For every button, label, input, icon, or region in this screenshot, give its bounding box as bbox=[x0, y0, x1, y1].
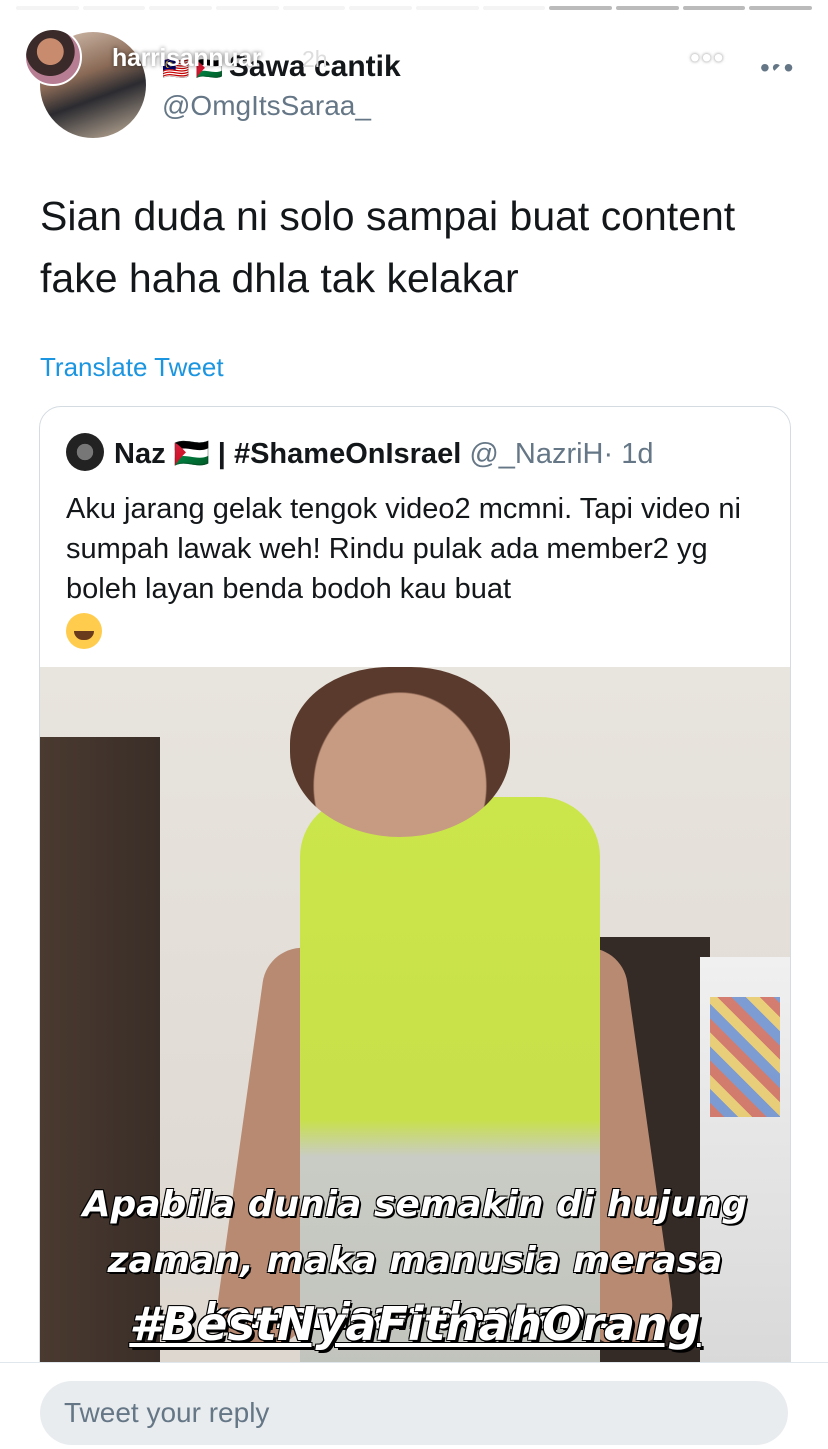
fridge-magnets bbox=[710, 997, 780, 1117]
progress-segment bbox=[149, 6, 213, 10]
quoted-time: · 1d bbox=[603, 438, 654, 470]
progress-segment bbox=[216, 6, 279, 10]
progress-segment bbox=[749, 6, 813, 10]
progress-segment bbox=[349, 6, 413, 10]
tweet-text: Sian duda ni solo sampai buat content fa… bbox=[40, 193, 736, 301]
reply-bar: Tweet your reply bbox=[0, 1362, 828, 1449]
author-handle[interactable]: @OmgItsSaraa_ bbox=[162, 90, 371, 122]
quoted-header: Naz 🇵🇸 | #ShameOnIsrael @_NazriH· 1d bbox=[114, 437, 653, 471]
quoted-text-body: Aku jarang gelak tengok video2 mcmni. Ta… bbox=[66, 493, 741, 605]
quoted-avatar[interactable] bbox=[66, 433, 104, 471]
translate-tweet-link[interactable]: Translate Tweet bbox=[40, 352, 224, 383]
quoted-media-video[interactable]: Apabila dunia semakin di hujung zaman, m… bbox=[40, 667, 790, 1407]
story-time: 2h bbox=[302, 46, 328, 72]
progress-segment bbox=[16, 6, 79, 10]
progress-segment bbox=[282, 6, 346, 10]
reply-input[interactable]: Tweet your reply bbox=[40, 1381, 788, 1445]
quoted-name[interactable]: Naz 🇵🇸 | #ShameOnIsrael bbox=[114, 438, 461, 470]
story-username[interactable]: harrisannuar bbox=[112, 44, 262, 73]
person-head bbox=[290, 667, 510, 837]
quoted-tweet[interactable]: Naz 🇵🇸 | #ShameOnIsrael @_NazriH· 1d Aku… bbox=[39, 406, 791, 1408]
progress-segment bbox=[482, 6, 546, 10]
progress-segment bbox=[682, 6, 746, 10]
close-icon[interactable] bbox=[766, 36, 812, 82]
quoted-handle[interactable]: @_NazriH bbox=[469, 438, 603, 470]
quoted-text: Aku jarang gelak tengok video2 mcmni. Ta… bbox=[66, 489, 766, 650]
close-icon-glyph bbox=[770, 40, 808, 78]
story-progress-bar bbox=[16, 6, 813, 10]
progress-segment bbox=[549, 6, 613, 10]
progress-segment bbox=[616, 6, 679, 10]
progress-segment bbox=[82, 6, 146, 10]
progress-segment bbox=[416, 6, 479, 10]
story-avatar[interactable] bbox=[24, 28, 82, 86]
rofl-emoji-icon bbox=[66, 613, 102, 650]
story-more-icon[interactable]: ••• bbox=[690, 42, 725, 74]
media-hashtag: #BestNyaFitnahOrang bbox=[129, 1297, 701, 1351]
